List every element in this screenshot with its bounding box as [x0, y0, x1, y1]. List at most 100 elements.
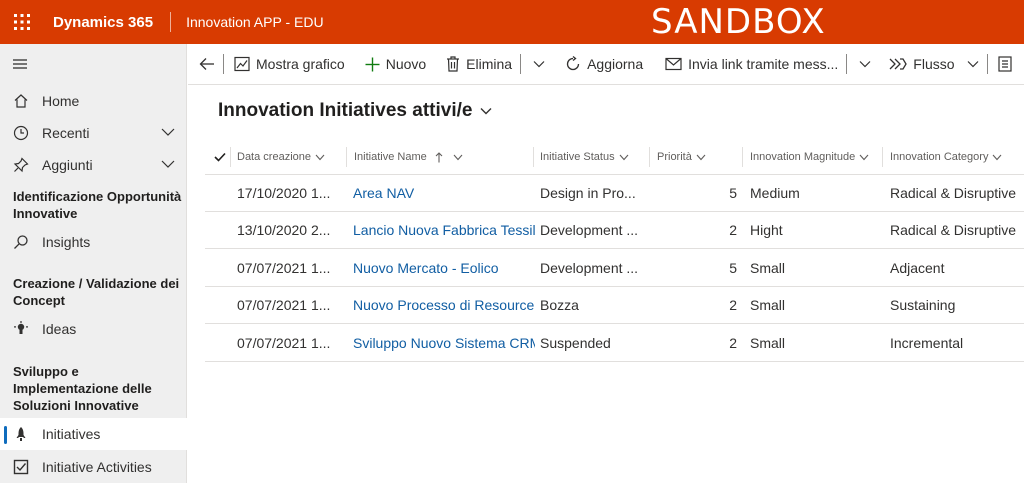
flow-button[interactable]: Flusso — [883, 44, 986, 85]
cell-innovation-category: Incremental — [890, 335, 964, 351]
waffle-icon — [14, 14, 30, 30]
chevron-down-icon — [315, 154, 325, 160]
section-title: Identificazione Opportunità Innovative — [13, 189, 182, 221]
chevron-down-icon — [696, 154, 706, 160]
trash-icon — [447, 56, 460, 72]
column-divider — [882, 147, 883, 167]
cell-created-on: 13/10/2020 2... — [237, 222, 331, 238]
sidebar-item-ideas[interactable]: Ideas — [0, 313, 187, 345]
app-name[interactable]: Innovation APP - EDU — [186, 14, 323, 30]
column-divider — [230, 147, 231, 167]
lightbulb-icon — [14, 321, 28, 334]
checkmark-icon — [214, 152, 226, 162]
column-divider — [533, 147, 534, 167]
command-bar: Mostra grafico Nuovo Elimina Aggiorna In… — [188, 44, 1024, 85]
cell-priority: 5 — [729, 260, 737, 276]
refresh-button[interactable]: Aggiorna — [557, 44, 651, 85]
brand-name[interactable]: Dynamics 365 — [53, 14, 153, 31]
column-header-label: Innovation Category — [890, 151, 989, 163]
cell-priority: 2 — [729, 335, 737, 351]
cell-innovation-category: Adjacent — [890, 260, 945, 276]
column-header-label: Innovation Magnitude — [750, 151, 856, 163]
sidebar-item-home[interactable]: Home — [0, 85, 187, 117]
sidebar-item-pinned[interactable]: Aggiunti — [0, 149, 187, 181]
column-header-innovation-magnitude[interactable]: Innovation Magnitude — [750, 140, 869, 174]
column-divider — [742, 147, 743, 167]
back-button[interactable] — [188, 44, 223, 85]
column-divider — [346, 147, 347, 167]
cell-innovation-magnitude: Small — [750, 260, 786, 276]
column-header-label: Initiative Name — [354, 151, 427, 163]
cell-initiative-name-link[interactable]: Lancio Nuova Fabbrica Tessile... — [353, 212, 535, 249]
cell-innovation-magnitude: Small — [750, 297, 786, 313]
cell-innovation-magnitude: Medium — [750, 185, 800, 201]
cell-created-on: 17/10/2020 1... — [237, 185, 331, 201]
more-delete-options[interactable] — [521, 44, 557, 85]
environment-label: SANDBOX — [651, 2, 826, 42]
sidebar-item-insights[interactable]: Insights — [0, 226, 187, 258]
column-header-initiative-status[interactable]: Initiative Status — [540, 140, 629, 174]
sidebar-item-label: Initiatives — [42, 426, 101, 442]
delete-button[interactable]: Elimina — [434, 44, 520, 85]
table-row[interactable]: 07/07/2021 1... Sviluppo Nuovo Sistema C… — [205, 325, 1024, 362]
cell-initiative-name-link[interactable]: Nuovo Mercato - Eolico — [353, 250, 535, 287]
view-selector[interactable]: Innovation Initiatives attivi/e — [218, 100, 492, 122]
divider — [170, 12, 172, 32]
chevron-down-icon — [859, 61, 871, 68]
home-icon — [14, 94, 28, 108]
delete-label: Elimina — [466, 56, 513, 72]
cell-innovation-category: Sustaining — [890, 297, 956, 313]
new-button[interactable]: Nuovo — [353, 44, 434, 85]
table-row[interactable]: 13/10/2020 2... Lancio Nuova Fabbrica Te… — [205, 212, 1024, 249]
chevron-down-icon — [967, 61, 978, 68]
column-header-label: Priorità — [657, 151, 692, 163]
table-row[interactable]: 17/10/2020 1... Area NAV Design in Pro..… — [205, 175, 1024, 212]
column-header-initiative-name[interactable]: Initiative Name — [354, 140, 463, 174]
table-row[interactable]: 07/07/2021 1... Nuovo Processo di Resour… — [205, 287, 1024, 324]
cell-initiative-name-link[interactable]: Sviluppo Nuovo Sistema CRM I — [353, 325, 535, 362]
top-navigation-bar: Dynamics 365 Innovation APP - EDU SANDBO… — [0, 0, 1024, 44]
chevron-down-icon[interactable] — [161, 127, 175, 137]
cell-initiative-name-link[interactable]: Area NAV — [353, 175, 535, 212]
chevron-down-icon — [480, 108, 492, 115]
show-chart-label: Mostra grafico — [256, 56, 345, 72]
search-icon — [14, 235, 28, 249]
chevron-down-icon — [533, 61, 545, 68]
cell-initiative-status: Development ... — [540, 260, 639, 276]
email-link-label: Invia link tramite mess... — [688, 56, 839, 72]
flow-icon — [889, 58, 908, 70]
excel-template-icon — [997, 56, 1012, 72]
sort-ascending-icon — [435, 151, 443, 162]
cell-innovation-category: Radical & Disruptive — [890, 185, 1017, 201]
cell-initiative-status: Suspended — [540, 335, 611, 351]
sidebar-item-label: Ideas — [42, 321, 77, 337]
sidebar-item-initiative-activities[interactable]: Initiative Activities — [0, 451, 187, 483]
clock-icon — [13, 125, 29, 141]
excel-templates-button[interactable] — [988, 44, 1020, 85]
email-link-button[interactable]: Invia link tramite mess... — [651, 44, 846, 85]
sidebar-item-recent[interactable]: Recenti — [0, 117, 187, 149]
sidebar-item-initiatives[interactable]: Initiatives — [0, 418, 187, 450]
app-launcher-button[interactable] — [0, 0, 44, 44]
column-header-priority[interactable]: Priorità — [657, 140, 706, 174]
table-row[interactable]: 07/07/2021 1... Nuovo Mercato - Eolico D… — [205, 250, 1024, 287]
chevron-down-icon — [619, 154, 629, 160]
view-title: Innovation Initiatives attivi/e — [218, 100, 473, 121]
chart-icon — [234, 56, 250, 72]
chevron-down-icon — [859, 154, 869, 160]
show-chart-button[interactable]: Mostra grafico — [224, 44, 353, 85]
chevron-down-icon[interactable] — [161, 159, 175, 169]
select-all-checkbox[interactable] — [214, 140, 226, 174]
more-commands-dropdown[interactable] — [847, 44, 883, 85]
cell-priority: 2 — [729, 222, 737, 238]
rocket-icon — [16, 427, 26, 441]
cell-priority: 5 — [729, 185, 737, 201]
hamburger-icon[interactable] — [12, 57, 28, 71]
pin-icon — [13, 157, 29, 173]
cell-initiative-name-link[interactable]: Nuovo Processo di Resource Hi — [353, 287, 535, 324]
new-label: Nuovo — [385, 56, 427, 72]
cell-innovation-magnitude: Small — [750, 335, 786, 351]
column-header-created-on[interactable]: Data creazione — [237, 140, 325, 174]
email-icon — [665, 57, 682, 71]
column-header-innovation-category[interactable]: Innovation Category — [890, 140, 1002, 174]
